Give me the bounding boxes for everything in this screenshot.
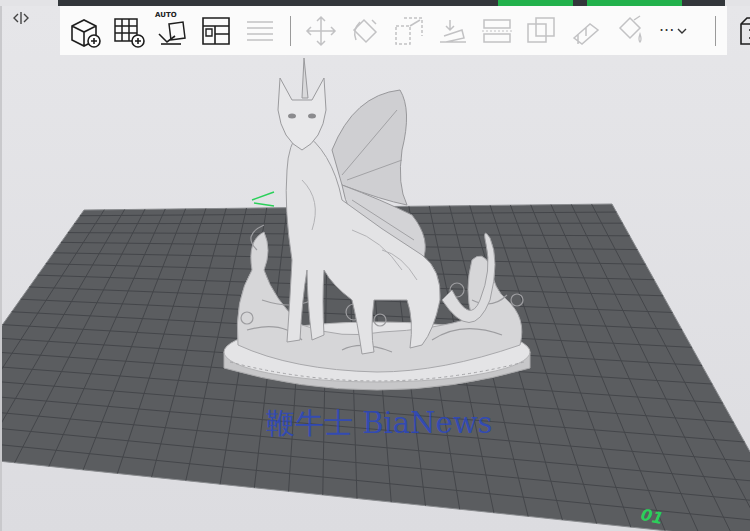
support-tool[interactable] xyxy=(567,13,603,49)
layout-tool-icon xyxy=(199,14,233,48)
add-object-tool[interactable] xyxy=(66,13,102,49)
layout-tool[interactable] xyxy=(198,13,234,49)
boolean-tool-icon xyxy=(524,14,558,48)
cut-tool[interactable] xyxy=(479,13,515,49)
rotate-tool-icon xyxy=(348,14,382,48)
lay-flat-tool-icon xyxy=(436,14,470,48)
add-object-tool-icon xyxy=(67,14,101,48)
list-tool-icon xyxy=(243,14,277,48)
paint-tool-icon xyxy=(612,14,646,48)
separator xyxy=(290,16,291,46)
lay-flat-tool[interactable] xyxy=(435,13,471,49)
model-figure[interactable] xyxy=(2,6,750,531)
boolean-tool[interactable] xyxy=(523,13,559,49)
caret-icon xyxy=(676,26,688,36)
viewport[interactable]: AUTO··· 01 鞭牛士 BiaNews xyxy=(0,6,750,531)
auto-arrange-tool-icon xyxy=(155,14,189,48)
add-plate-tool-icon xyxy=(111,14,145,48)
support-tool-icon xyxy=(568,14,602,48)
rotate-tool[interactable] xyxy=(347,13,383,49)
move-tool-icon xyxy=(304,14,338,48)
panel-toggle-icon[interactable] xyxy=(12,10,30,26)
separator xyxy=(715,16,716,46)
export-tool-icon xyxy=(737,14,750,48)
watermark: 鞭牛士 BiaNews xyxy=(264,402,494,446)
cut-tool-icon xyxy=(480,14,514,48)
move-tool[interactable] xyxy=(303,13,339,49)
auto-arrange-tool[interactable]: AUTO xyxy=(154,13,190,49)
tool-label: AUTO xyxy=(154,12,178,19)
list-tool[interactable] xyxy=(242,13,278,49)
scale-tool[interactable] xyxy=(391,13,427,49)
export-tool[interactable] xyxy=(736,13,750,49)
more-button[interactable]: ··· xyxy=(655,21,703,40)
scale-tool-icon xyxy=(392,14,426,48)
more-label: ··· xyxy=(659,21,674,40)
toolbar: AUTO ··· xyxy=(60,6,727,55)
paint-tool[interactable] xyxy=(611,13,647,49)
add-plate-tool[interactable] xyxy=(110,13,146,49)
